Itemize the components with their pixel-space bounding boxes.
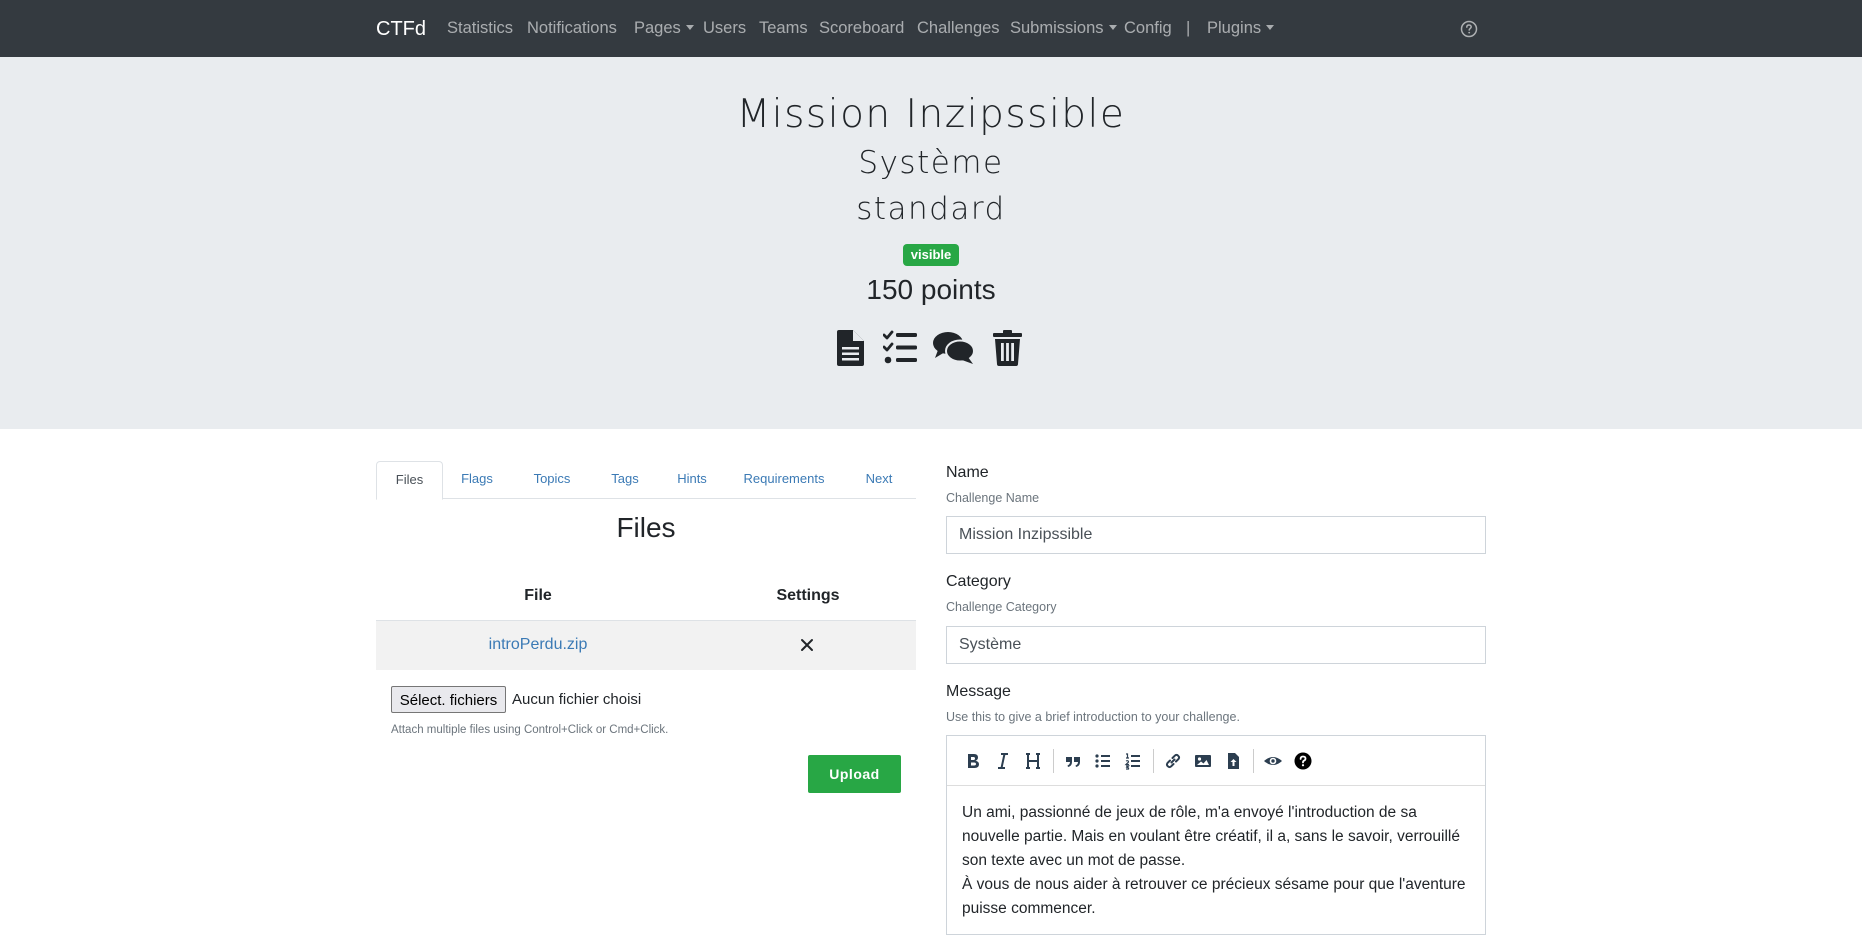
table-row: introPerdu.zip bbox=[376, 620, 916, 670]
message-help: Use this to give a brief introduction to… bbox=[946, 710, 1240, 724]
message-paragraph-2: À vous de nous aider à retrouver ce préc… bbox=[962, 876, 1466, 917]
italic-icon[interactable] bbox=[993, 751, 1013, 771]
column-header-file: File bbox=[524, 587, 552, 604]
tab-flags[interactable]: Flags bbox=[452, 461, 502, 497]
upload-button[interactable]: Upload bbox=[808, 755, 901, 793]
message-editor[interactable]: Un ami, passionné de jeux de rôle, m'a e… bbox=[946, 735, 1486, 935]
chevron-down-icon bbox=[685, 25, 694, 30]
guide-icon[interactable] bbox=[1293, 751, 1313, 771]
nav-submissions-label: Submissions bbox=[1010, 19, 1104, 37]
category-label: Category bbox=[946, 573, 1011, 590]
name-help: Challenge Name bbox=[946, 491, 1040, 505]
file-chooser-status: Aucun fichier choisi bbox=[512, 691, 642, 708]
message-paragraph-1: Un ami, passionné de jeux de rôle, m'a e… bbox=[962, 804, 1460, 869]
toolbar-divider bbox=[1053, 749, 1054, 773]
tab-hints[interactable]: Hints bbox=[666, 461, 718, 497]
challenge-title: Mission Inzipssible bbox=[736, 92, 1126, 137]
nav-statistics[interactable]: Statistics bbox=[447, 19, 513, 38]
link-icon[interactable] bbox=[1163, 751, 1183, 771]
message-label: Message bbox=[946, 683, 1011, 700]
message-content[interactable]: Un ami, passionné de jeux de rôle, m'a e… bbox=[962, 801, 1474, 921]
trash-icon[interactable] bbox=[993, 330, 1022, 366]
nav-plugins-label: Plugins bbox=[1207, 19, 1262, 37]
upload-file-icon[interactable] bbox=[1223, 751, 1243, 771]
file-help-text: Attach multiple files using Control+Clic… bbox=[391, 724, 669, 736]
nav-pages[interactable]: Pages bbox=[634, 19, 694, 38]
status-badge: visible bbox=[903, 244, 959, 266]
image-icon[interactable] bbox=[1193, 751, 1213, 771]
bold-icon[interactable] bbox=[963, 751, 983, 771]
nav-challenges[interactable]: Challenges bbox=[917, 19, 1000, 38]
brand-logo[interactable]: CTFd bbox=[376, 18, 426, 41]
challenge-points: 150 points bbox=[866, 274, 996, 305]
quote-icon[interactable] bbox=[1063, 751, 1083, 771]
file-icon[interactable] bbox=[837, 330, 864, 366]
nav-notifications[interactable]: Notifications bbox=[527, 19, 617, 38]
comments-icon[interactable] bbox=[933, 330, 975, 366]
tab-tags[interactable]: Tags bbox=[600, 461, 650, 497]
preview-icon[interactable] bbox=[1263, 751, 1283, 771]
ordered-list-icon[interactable] bbox=[1123, 751, 1143, 771]
tab-files[interactable]: Files bbox=[376, 461, 443, 500]
challenge-category: Système bbox=[858, 145, 1004, 181]
heading-icon[interactable] bbox=[1023, 751, 1043, 771]
close-icon[interactable] bbox=[795, 633, 819, 657]
column-header-settings: Settings bbox=[776, 587, 840, 604]
category-help: Challenge Category bbox=[946, 600, 1057, 614]
top-navbar: CTFd Statistics Notifications Pages User… bbox=[0, 0, 1862, 57]
nav-plugins[interactable]: Plugins bbox=[1207, 19, 1275, 38]
file-link[interactable]: introPerdu.zip bbox=[376, 636, 700, 654]
chevron-down-icon bbox=[1108, 25, 1117, 30]
file-chooser-button[interactable]: Sélect. fichiers bbox=[391, 686, 506, 713]
checklist-icon[interactable] bbox=[883, 330, 917, 366]
challenge-tabs: Files Flags Topics Tags Hints Requiremen… bbox=[376, 461, 916, 500]
nav-scoreboard[interactable]: Scoreboard bbox=[819, 19, 904, 38]
category-input[interactable] bbox=[946, 626, 1486, 664]
challenge-type: standard bbox=[856, 191, 1006, 227]
nav-teams[interactable]: Teams bbox=[759, 19, 808, 38]
tab-next[interactable]: Next bbox=[855, 461, 903, 497]
nav-config[interactable]: Config bbox=[1124, 19, 1172, 38]
toolbar-divider bbox=[1253, 749, 1254, 773]
name-label: Name bbox=[946, 464, 989, 481]
files-heading: Files bbox=[616, 512, 676, 543]
editor-toolbar bbox=[947, 736, 1485, 786]
nav-users[interactable]: Users bbox=[703, 19, 746, 38]
unordered-list-icon[interactable] bbox=[1093, 751, 1113, 771]
tab-requirements[interactable]: Requirements bbox=[734, 461, 834, 497]
question-circle-icon[interactable] bbox=[1460, 20, 1478, 38]
chevron-down-icon bbox=[1266, 25, 1275, 30]
name-input[interactable] bbox=[946, 516, 1486, 554]
nav-submissions[interactable]: Submissions bbox=[1010, 19, 1117, 38]
nav-divider: | bbox=[1186, 19, 1191, 37]
nav-pages-label: Pages bbox=[634, 19, 681, 37]
tab-topics[interactable]: Topics bbox=[522, 461, 582, 497]
toolbar-divider bbox=[1153, 749, 1154, 773]
